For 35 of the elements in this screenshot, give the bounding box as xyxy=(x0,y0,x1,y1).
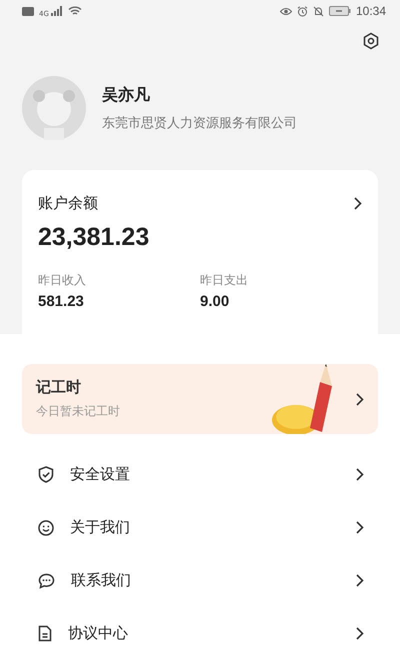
balance-title: 账户余额 xyxy=(38,194,98,213)
chevron-right-icon xyxy=(356,468,364,481)
stat-value: 9.00 xyxy=(200,293,230,310)
work-hours-subtitle: 今日暂未记工时 xyxy=(36,403,121,420)
menu-item[interactable]: 安全设置 xyxy=(22,448,378,501)
wifi-icon xyxy=(68,6,82,16)
balance-amount: 23,381.23 xyxy=(38,223,150,252)
balance-card[interactable]: 账户余额 23,381.23 昨日收入 581.23 昨日支出 9.00 xyxy=(22,170,378,334)
alarm-icon xyxy=(296,6,308,16)
menu-item[interactable]: 关于我们 xyxy=(22,501,378,554)
settings-icon[interactable] xyxy=(362,32,380,50)
company-name: 东莞市思贤人力资源服务有限公司 xyxy=(102,114,297,132)
chat-icon xyxy=(38,572,55,588)
menu-item[interactable]: 协议中心 xyxy=(22,607,378,660)
chevron-right-icon xyxy=(356,521,364,534)
stat-value: 581.23 xyxy=(38,293,85,310)
chevron-right-icon xyxy=(356,574,364,587)
clock-time: 10:34 xyxy=(356,4,386,18)
eye-icon xyxy=(280,6,292,16)
signal-icon xyxy=(50,6,63,16)
mute-icon xyxy=(312,6,324,16)
document-icon xyxy=(38,625,52,642)
stat-label: 昨日支出 xyxy=(200,272,249,289)
work-hours-title: 记工时 xyxy=(36,378,82,397)
stat-label: 昨日收入 xyxy=(38,272,87,289)
smile-icon xyxy=(38,520,54,536)
chevron-right-icon xyxy=(356,627,364,640)
avatar xyxy=(22,76,86,140)
work-hours-card[interactable]: 记工时 今日暂未记工时 xyxy=(22,364,378,434)
user-name: 吴亦凡 xyxy=(102,84,151,106)
chevron-right-icon xyxy=(356,392,364,406)
chevron-right-icon xyxy=(354,197,362,210)
shield-icon xyxy=(38,466,54,483)
menu-item[interactable]: 联系我们 xyxy=(22,554,378,607)
battery-icon xyxy=(328,6,351,16)
